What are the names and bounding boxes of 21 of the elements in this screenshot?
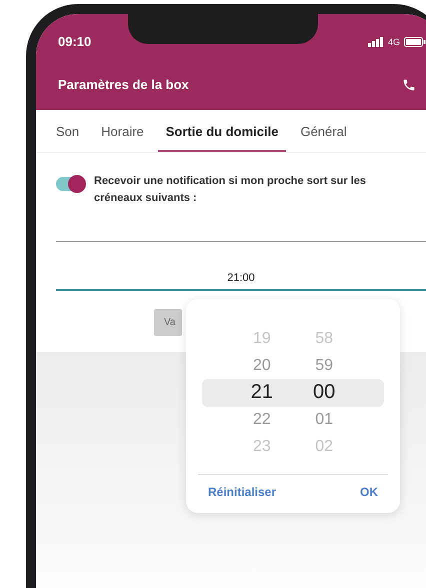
- picker-value[interactable]: 59: [315, 352, 334, 379]
- picker-value[interactable]: 22: [252, 406, 271, 433]
- picker-button[interactable]: Réinitialiser: [208, 483, 276, 501]
- time-field[interactable]: 21:00: [56, 272, 426, 292]
- picker-button[interactable]: OK: [360, 483, 378, 501]
- status-time: 09:10: [58, 34, 92, 49]
- network-label: 4G: [388, 36, 400, 46]
- picker-value[interactable]: 00: [313, 379, 336, 406]
- tab[interactable]: Son: [48, 110, 88, 152]
- picker-value[interactable]: 21: [250, 379, 273, 406]
- battery-icon: [404, 36, 426, 46]
- header-title: Paramètres de la box: [58, 77, 189, 92]
- notification-label: Recevoir une notification si mon proche sort sur les créneaux suivants :: [94, 174, 368, 206]
- phone-icon[interactable]: [402, 78, 416, 92]
- validate-button[interactable]: Va: [154, 309, 182, 336]
- tab[interactable]: Sortie du domicile: [158, 110, 286, 152]
- tab[interactable]: Horaire: [93, 110, 152, 152]
- picker-value[interactable]: 01: [315, 406, 334, 433]
- picker-value[interactable]: 20: [252, 352, 271, 379]
- tab[interactable]: Général: [292, 110, 355, 152]
- signal-icon: [368, 36, 384, 46]
